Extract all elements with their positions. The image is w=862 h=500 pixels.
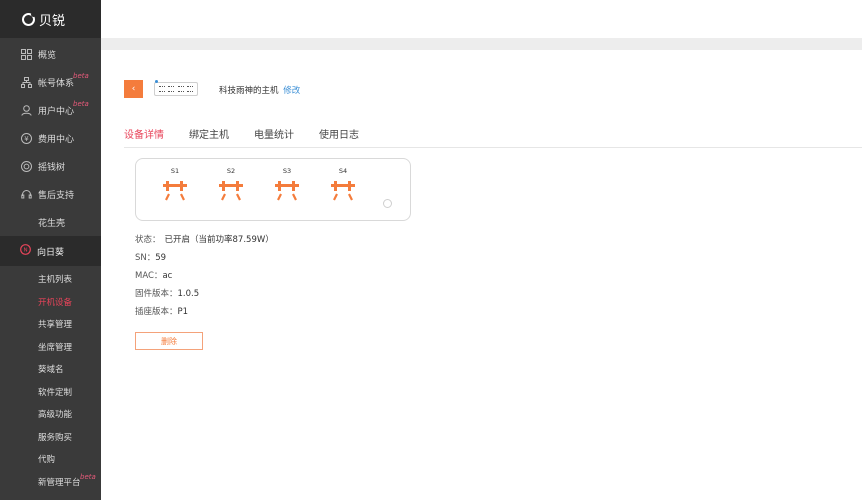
socket-s1[interactable]: S1 <box>160 167 190 203</box>
logo-icon <box>22 11 36 26</box>
nav-label: 帐号体系 <box>38 78 75 89</box>
sub-item-seats[interactable]: 坐席管理 <box>0 336 101 359</box>
sub-label: 代购 <box>38 455 56 466</box>
socket-s2[interactable]: S2 <box>216 167 246 203</box>
svg-text:¥: ¥ <box>24 135 29 143</box>
section-sunflower[interactable]: N 向日葵 <box>0 236 101 266</box>
delete-button[interactable]: 删除 <box>135 332 203 350</box>
page-title: 科技雨神的主机 修改 <box>219 84 300 96</box>
sub-label: 服务购买 <box>38 432 73 443</box>
beta-badge: beta <box>80 472 96 481</box>
back-button[interactable]: ‹ <box>124 80 143 98</box>
tab-bar: 设备详情 绑定主机 电量统计 使用日志 <box>124 126 862 148</box>
chevron-left-icon: ‹ <box>131 84 136 94</box>
sn-label: SN： <box>135 253 156 263</box>
beta-badge: beta <box>73 100 89 108</box>
host-name: 科技雨神的主机 <box>219 86 279 96</box>
strip-version-row: 插座版本：P1 <box>135 305 188 317</box>
sub-label: 软件定制 <box>38 387 73 398</box>
nav-label: 花生壳 <box>38 218 66 229</box>
tab-bind-host[interactable]: 绑定主机 <box>189 126 229 146</box>
nav-label: 费用中心 <box>38 134 75 145</box>
socket-icon <box>275 181 299 201</box>
nav-label: 摇钱树 <box>38 162 66 173</box>
strip-version-value: P1 <box>177 307 189 317</box>
sn-row: SN：59 <box>135 251 166 263</box>
tab-power-stats[interactable]: 电量统计 <box>254 126 294 146</box>
tab-usage-log[interactable]: 使用日志 <box>319 126 359 146</box>
sidebar: 贝锐 概览 帐号体系 beta 用户中心 beta ¥ 费用中心 摇钱树 售后支… <box>0 0 101 500</box>
edit-link[interactable]: 修改 <box>283 86 300 96</box>
sub-label: 新管理平台 <box>38 477 81 488</box>
sub-item-new-platform[interactable]: 新管理平台 beta <box>0 471 101 494</box>
nav-item-user-center[interactable]: 用户中心 beta <box>0 96 101 124</box>
device-thumbnail <box>154 80 198 96</box>
sub-item-domain[interactable]: 葵域名 <box>0 358 101 381</box>
firmware-value: 1.0.5 <box>177 289 200 299</box>
status-row: 状态： 已开启（当前功率87.59W） <box>135 233 274 245</box>
sub-label: 葵域名 <box>38 365 64 376</box>
power-strip: S1 S2 S3 S4 <box>135 158 411 221</box>
brand-name: 贝锐 <box>39 13 66 29</box>
sub-item-host-list[interactable]: 主机列表 <box>0 268 101 291</box>
sub-label: 高级功能 <box>38 410 73 421</box>
nav-label: 售后支持 <box>38 190 75 201</box>
socket-s4[interactable]: S4 <box>328 167 358 203</box>
status-dot <box>155 80 158 83</box>
grid-icon <box>20 48 32 60</box>
sub-label: 主机列表 <box>38 275 73 286</box>
nav-item-overview[interactable]: 概览 <box>0 40 101 68</box>
section-label: 向日葵 <box>37 247 65 258</box>
sub-item-boot-device[interactable]: 开机设备 <box>0 291 101 314</box>
firmware-row: 固件版本：1.0.5 <box>135 287 199 299</box>
sub-label: 共享管理 <box>38 320 73 331</box>
nav-item-billing[interactable]: ¥ 费用中心 <box>0 124 101 152</box>
header-divider <box>101 38 862 50</box>
nav-item-accounts[interactable]: 帐号体系 beta <box>0 68 101 96</box>
mac-row: MAC：ac <box>135 269 172 281</box>
delete-label: 删除 <box>161 336 177 346</box>
nav-label: 概览 <box>38 50 57 61</box>
socket-s3[interactable]: S3 <box>272 167 302 203</box>
socket-label: S4 <box>338 167 348 175</box>
user-icon <box>20 104 32 116</box>
nav-item-support[interactable]: 售后支持 <box>0 180 101 208</box>
sub-label: 坐席管理 <box>38 342 73 353</box>
beta-badge: beta <box>73 72 89 80</box>
socket-icon <box>331 181 355 201</box>
power-button[interactable] <box>383 199 392 208</box>
socket-label: S1 <box>170 167 180 175</box>
logo[interactable]: 贝锐 <box>0 0 101 38</box>
sub-label: 开机设备 <box>38 297 73 308</box>
mac-value: ac <box>162 271 173 281</box>
socket-label: S2 <box>226 167 236 175</box>
svg-text:N: N <box>23 248 27 254</box>
nav-label: 用户中心 <box>38 106 75 117</box>
sub-item-purchase[interactable]: 服务购买 <box>0 426 101 449</box>
sunflower-icon: N <box>20 244 31 258</box>
sub-item-advanced[interactable]: 高级功能 <box>0 403 101 426</box>
sub-item-share[interactable]: 共享管理 <box>0 313 101 336</box>
org-icon <box>20 76 32 88</box>
socket-icon <box>219 181 243 201</box>
main-content: ‹ 科技雨神的主机 修改 设备详情 绑定主机 电量统计 使用日志 S1 S2 S… <box>113 50 862 500</box>
nav-item-money-tree[interactable]: 摇钱树 <box>0 152 101 180</box>
headset-icon <box>20 188 32 200</box>
sub-item-proxy-buy[interactable]: 代购 <box>0 448 101 471</box>
firmware-label: 固件版本： <box>135 289 178 299</box>
nav-item-huasheng[interactable]: 花生壳 <box>0 208 101 236</box>
sn-value: 59 <box>155 253 167 263</box>
target-icon <box>20 160 32 172</box>
strip-version-label: 插座版本： <box>135 307 178 317</box>
status-label: 状态： <box>135 235 161 245</box>
status-value: 已开启（当前功率87.59W） <box>164 235 274 245</box>
tab-device-details[interactable]: 设备详情 <box>124 126 164 146</box>
socket-icon <box>163 181 187 201</box>
sub-item-custom[interactable]: 软件定制 <box>0 381 101 404</box>
mac-label: MAC： <box>135 271 163 281</box>
top-bar <box>101 0 862 38</box>
socket-label: S3 <box>282 167 292 175</box>
yen-icon: ¥ <box>20 132 32 144</box>
